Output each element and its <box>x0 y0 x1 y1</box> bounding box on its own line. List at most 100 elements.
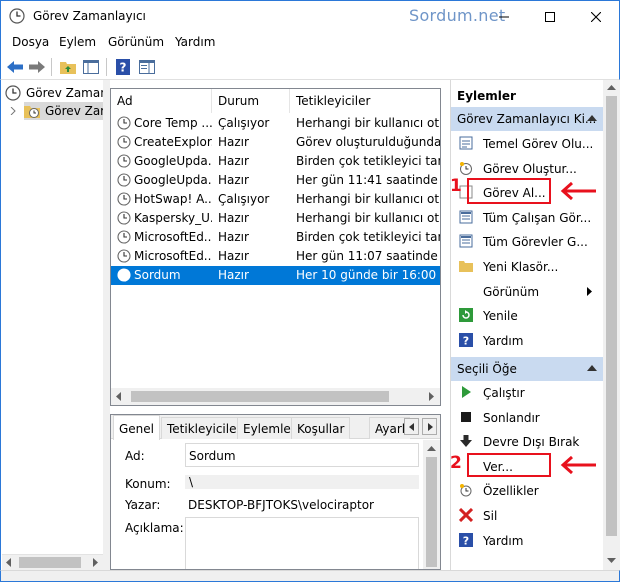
marker-1: 1 <box>450 176 462 196</box>
location-field: \ <box>185 475 419 489</box>
task-clock-icon <box>117 211 131 225</box>
action-item[interactable]: Görev Oluştur... <box>451 157 603 181</box>
tree-item-library[interactable]: Görev Zamanlayıcı Kitaplığı <box>24 102 103 120</box>
table-row[interactable]: GoogleUpda... Hazır Birden çok tetikleyici… <box>111 152 440 171</box>
selected-action-item[interactable]: Özellikler <box>451 479 603 503</box>
tree-root[interactable]: Görev Zamanlayıcı (Yerel) <box>5 84 103 102</box>
column-header-name[interactable]: Ad <box>111 89 212 113</box>
table-row[interactable]: Core Temp ... Çalışıyor Herhangi bir kulla… <box>111 114 440 133</box>
properties-icon <box>460 484 472 497</box>
up-folder-button[interactable] <box>58 57 78 76</box>
folder-clock-icon <box>24 106 40 118</box>
location-value: \ <box>189 475 194 489</box>
task-detail-panel: Genel Tetikleyiciler Eylemler Koşullar A… <box>110 414 441 570</box>
table-row[interactable]: MicrosoftEd... Hazır Her gün 11:07 saatind… <box>111 247 440 266</box>
action-item[interactable]: Görünüm <box>451 280 603 304</box>
task-clock-icon <box>117 192 131 206</box>
scroll-thumb[interactable] <box>426 457 437 567</box>
forward-button[interactable] <box>27 57 47 76</box>
folder-icon <box>459 261 473 272</box>
menu-eylem[interactable]: Eylem <box>59 35 96 49</box>
menu-gorunum[interactable]: Görünüm <box>108 35 164 49</box>
create-task-icon <box>460 161 472 175</box>
back-button[interactable] <box>5 57 25 76</box>
submenu-arrow-icon <box>587 286 592 296</box>
section-selected-header[interactable]: Seçili Öğe <box>451 357 603 381</box>
help-button[interactable]: ? <box>113 57 133 76</box>
table-row[interactable]: CreateExplor... Hazır Görev oluşturulduğun… <box>111 133 440 152</box>
task-status: Hazır <box>218 135 249 149</box>
description-field[interactable] <box>185 517 419 569</box>
name-field[interactable]: Sordum <box>185 443 419 467</box>
task-name: GoogleUpda... <box>134 154 212 168</box>
action-item[interactable]: Yeni Klasör... <box>451 255 603 279</box>
tab-triggers[interactable]: Tetikleyiciler <box>161 417 248 439</box>
selected-action-item[interactable]: Sonlandır <box>451 406 603 430</box>
menu-bar: Dosya Eylem Görünüm Yardım <box>0 31 620 53</box>
task-list-horizontal-scrollbar[interactable] <box>111 388 440 405</box>
scroll-thumb[interactable] <box>606 96 617 536</box>
selected-action-item[interactable]: Devre Dışı Bırak <box>451 430 603 454</box>
task-status: Hazır <box>218 154 249 168</box>
show-hide-tree-button[interactable] <box>81 57 101 76</box>
section-selected-label: Seçili Öğe <box>457 362 517 376</box>
tab-scroll-left-button[interactable] <box>404 418 419 435</box>
console-tree: Görev Zamanlayıcı (Yerel) Görev Zamanlay… <box>2 80 103 554</box>
scroll-thumb[interactable] <box>131 391 389 402</box>
scroll-thumb[interactable] <box>19 557 81 568</box>
task-clock-icon <box>117 135 131 149</box>
running-tasks-icon <box>459 210 473 224</box>
name-value: Sordum <box>189 449 236 463</box>
selected-action-label: Çalıştır <box>483 386 525 400</box>
selected-action-item[interactable]: Sil <box>451 504 603 528</box>
action-item[interactable]: Tüm Çalışan Gör... <box>451 206 603 230</box>
tab-conditions[interactable]: Koşullar <box>291 417 351 439</box>
action-item[interactable]: Tüm Görevler G... <box>451 230 603 254</box>
maximize-button[interactable] <box>527 1 573 32</box>
pane-splitter[interactable] <box>103 80 110 570</box>
action-item[interactable]: Temel Görev Olu... <box>451 132 603 156</box>
task-trigger: Görev oluşturulduğunda ve <box>296 135 440 149</box>
menu-yardim[interactable]: Yardım <box>175 35 215 49</box>
selected-action-item[interactable]: ? Yardım <box>451 529 603 553</box>
clock-icon <box>5 85 21 101</box>
column-header-triggers[interactable]: Tetikleyiciler <box>290 89 440 113</box>
author-label: Yazar: <box>125 498 161 512</box>
table-row[interactable]: Kaspersky_U... Hazır Herhangi bir kullanıc… <box>111 209 440 228</box>
task-trigger: Her gün 11:07 saatinde - Te <box>296 249 440 263</box>
detail-vertical-scrollbar[interactable] <box>423 440 440 569</box>
task-trigger: Birden çok tetikleyici tanım <box>296 230 440 244</box>
section-library-header[interactable]: Görev Zamanlayıcı Ki... <box>451 107 603 131</box>
task-name: Kaspersky_U... <box>134 211 212 225</box>
tab-scroll-right-button[interactable] <box>422 418 437 435</box>
tab-general[interactable]: Genel <box>113 415 161 440</box>
task-clock-icon <box>117 249 131 263</box>
stop-icon <box>461 411 471 422</box>
tree-horizontal-scrollbar[interactable] <box>2 554 103 570</box>
column-header-status[interactable]: Durum <box>212 89 290 113</box>
table-row[interactable]: HotSwap! A... Çalışıyor Herhangi bir kulla… <box>111 190 440 209</box>
collapse-icon <box>587 365 597 371</box>
selected-action-label: Sil <box>483 509 498 523</box>
delete-icon <box>459 508 473 522</box>
show-hide-action-pane-button[interactable] <box>137 57 157 76</box>
highlight-export <box>467 453 551 477</box>
task-trigger: Her 10 günde bir 16:00 saat <box>296 268 440 282</box>
action-item[interactable]: ? Yardım <box>451 329 603 353</box>
action-item[interactable]: Yenile <box>451 304 603 328</box>
task-list: Ad Durum Tetikleyiciler Core Temp ... Çal… <box>110 88 441 406</box>
task-status: Hazır <box>218 249 249 263</box>
scroll-left-icon <box>116 392 121 401</box>
location-label: Konum: <box>125 477 171 491</box>
close-button[interactable] <box>573 1 619 32</box>
chevron-right-icon[interactable] <box>10 107 16 115</box>
selected-action-item[interactable]: Çalıştır <box>451 381 603 405</box>
minimize-button[interactable] <box>481 1 527 32</box>
task-name: MicrosoftEd... <box>134 249 212 263</box>
table-row[interactable]: Sordum Hazır Her 10 günde bir 16:00 saat <box>111 266 440 285</box>
actions-vertical-scrollbar[interactable] <box>603 80 620 570</box>
toolbar-separator <box>106 58 107 76</box>
menu-dosya[interactable]: Dosya <box>12 35 49 49</box>
table-row[interactable]: MicrosoftEd... Hazır Birden çok tetikleyic… <box>111 228 440 247</box>
table-row[interactable]: GoogleUpda... Hazır Her gün 11:41 saatinde… <box>111 171 440 190</box>
